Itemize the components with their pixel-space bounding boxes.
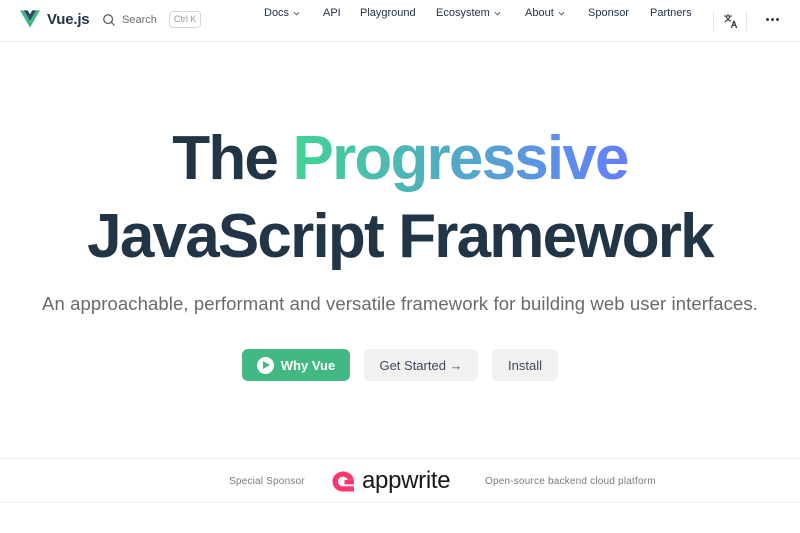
sponsor-link[interactable]: appwrite xyxy=(330,467,451,494)
chevron-down-icon xyxy=(293,11,300,15)
nav-item-docs[interactable]: Docs xyxy=(264,7,300,19)
translate-icon[interactable] xyxy=(723,13,739,29)
why-vue-label: Why Vue xyxy=(280,357,336,373)
hero-tagline: An approachable, performant and versatil… xyxy=(42,293,758,314)
sponsor-name: appwrite xyxy=(362,467,451,494)
nav-item-sponsor[interactable]: Sponsor xyxy=(588,7,629,19)
nav-item-label: Docs xyxy=(264,7,290,19)
nav-item-about[interactable]: About xyxy=(525,7,565,19)
top-navbar: Vue.js Search Ctrl K Docs API Playground… xyxy=(0,0,800,42)
nav-item-ecosystem[interactable]: Ecosystem xyxy=(436,7,501,19)
hero-title-line-1: The Progressive xyxy=(0,128,800,190)
nav-item-api[interactable]: API xyxy=(323,7,341,19)
nav-item-partners[interactable]: Partners xyxy=(650,7,692,19)
hero-title-gradient: Progressive xyxy=(292,124,630,193)
chevron-down-icon xyxy=(494,11,501,15)
search-label: Search xyxy=(122,13,157,26)
sponsor-label: Special Sponsor xyxy=(229,476,305,487)
appwrite-logo-icon xyxy=(330,469,356,493)
nav-divider xyxy=(713,11,714,31)
get-started-button[interactable]: Get Started → xyxy=(364,349,478,381)
nav-divider xyxy=(746,11,747,31)
home-logo-link[interactable]: Vue.js xyxy=(20,10,90,28)
play-icon xyxy=(256,356,274,374)
search-button[interactable]: Search Ctrl K xyxy=(102,11,202,28)
nav-item-label: Ecosystem xyxy=(436,7,490,19)
nav-item-label: API xyxy=(323,7,341,19)
nav-item-label: About xyxy=(525,7,554,19)
vue-logo-icon xyxy=(20,10,40,28)
sponsor-description: Open-source backend cloud platform xyxy=(485,476,656,487)
hero-title-plain: The xyxy=(172,124,279,193)
hero-title-line-2: JavaScript Framework xyxy=(87,202,714,271)
nav-item-label: Playground xyxy=(360,7,416,19)
hero-actions: Why Vue Get Started → Install xyxy=(0,349,800,381)
chevron-down-icon xyxy=(558,11,565,15)
nav-item-label: Sponsor xyxy=(588,7,629,19)
why-vue-button[interactable]: Why Vue xyxy=(242,349,350,381)
special-sponsor-bar: Special Sponsor appwrite Open-source bac… xyxy=(0,458,800,503)
nav-item-label: Partners xyxy=(650,7,692,19)
more-dots-icon[interactable] xyxy=(766,18,779,21)
search-shortcut-badge: Ctrl K xyxy=(168,11,202,28)
search-icon xyxy=(102,13,116,27)
install-button[interactable]: Install xyxy=(492,349,558,381)
logo-text: Vue.js xyxy=(47,10,90,28)
nav-item-playground[interactable]: Playground xyxy=(360,7,416,19)
